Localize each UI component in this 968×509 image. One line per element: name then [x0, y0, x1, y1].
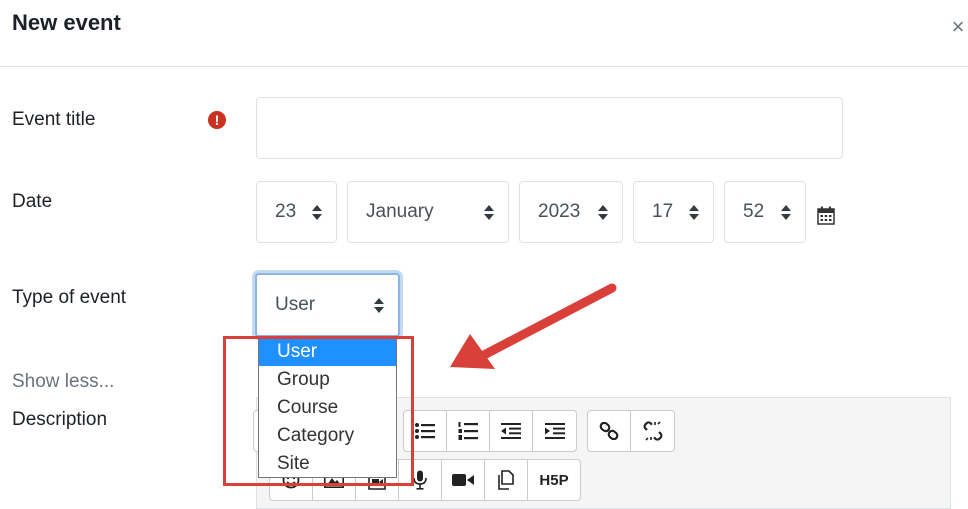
type-of-event-select[interactable]: User [255, 273, 400, 337]
outdent-icon[interactable] [490, 411, 533, 451]
select-arrows-icon [681, 202, 707, 222]
unlink-icon[interactable] [631, 411, 674, 451]
record-video-icon[interactable] [442, 460, 485, 500]
toolbar-group-links [587, 410, 675, 452]
select-arrows-icon [304, 202, 330, 222]
h5p-icon[interactable]: H5P [528, 460, 580, 500]
event-title-label: Event title [12, 109, 96, 130]
minute-select[interactable]: 52 [724, 181, 806, 243]
calendar-icon[interactable] [817, 206, 835, 225]
toolbar-group-lists [403, 410, 577, 452]
link-icon[interactable] [588, 411, 631, 451]
event-title-input[interactable] [256, 97, 843, 159]
select-arrows-icon [476, 202, 502, 222]
highlight-box [223, 336, 414, 486]
select-arrows-icon [366, 295, 392, 315]
date-label: Date [12, 191, 53, 212]
close-button[interactable]: × [947, 14, 968, 40]
show-less-link[interactable]: Show less... [12, 371, 114, 393]
day-value: 23 [275, 201, 297, 222]
type-of-event-label: Type of event [12, 287, 127, 308]
header-divider [0, 66, 968, 67]
month-value: January [366, 201, 434, 222]
year-select[interactable]: 2023 [519, 181, 623, 243]
description-label: Description [12, 409, 108, 430]
manage-files-icon[interactable] [485, 460, 528, 500]
modal-title: New event [12, 10, 121, 35]
minute-value: 52 [743, 201, 765, 222]
indent-icon[interactable] [533, 411, 576, 451]
annotation-arrow-icon [450, 283, 617, 369]
type-of-event-value: User [275, 294, 316, 315]
select-arrows-icon [590, 202, 616, 222]
select-arrows-icon [773, 202, 799, 222]
hour-select[interactable]: 17 [633, 181, 714, 243]
ordered-list-icon[interactable] [447, 411, 490, 451]
required-icon: ! [208, 111, 226, 129]
year-value: 2023 [538, 201, 581, 222]
month-select[interactable]: January [347, 181, 509, 243]
day-select[interactable]: 23 [256, 181, 337, 243]
hour-value: 17 [652, 201, 674, 222]
